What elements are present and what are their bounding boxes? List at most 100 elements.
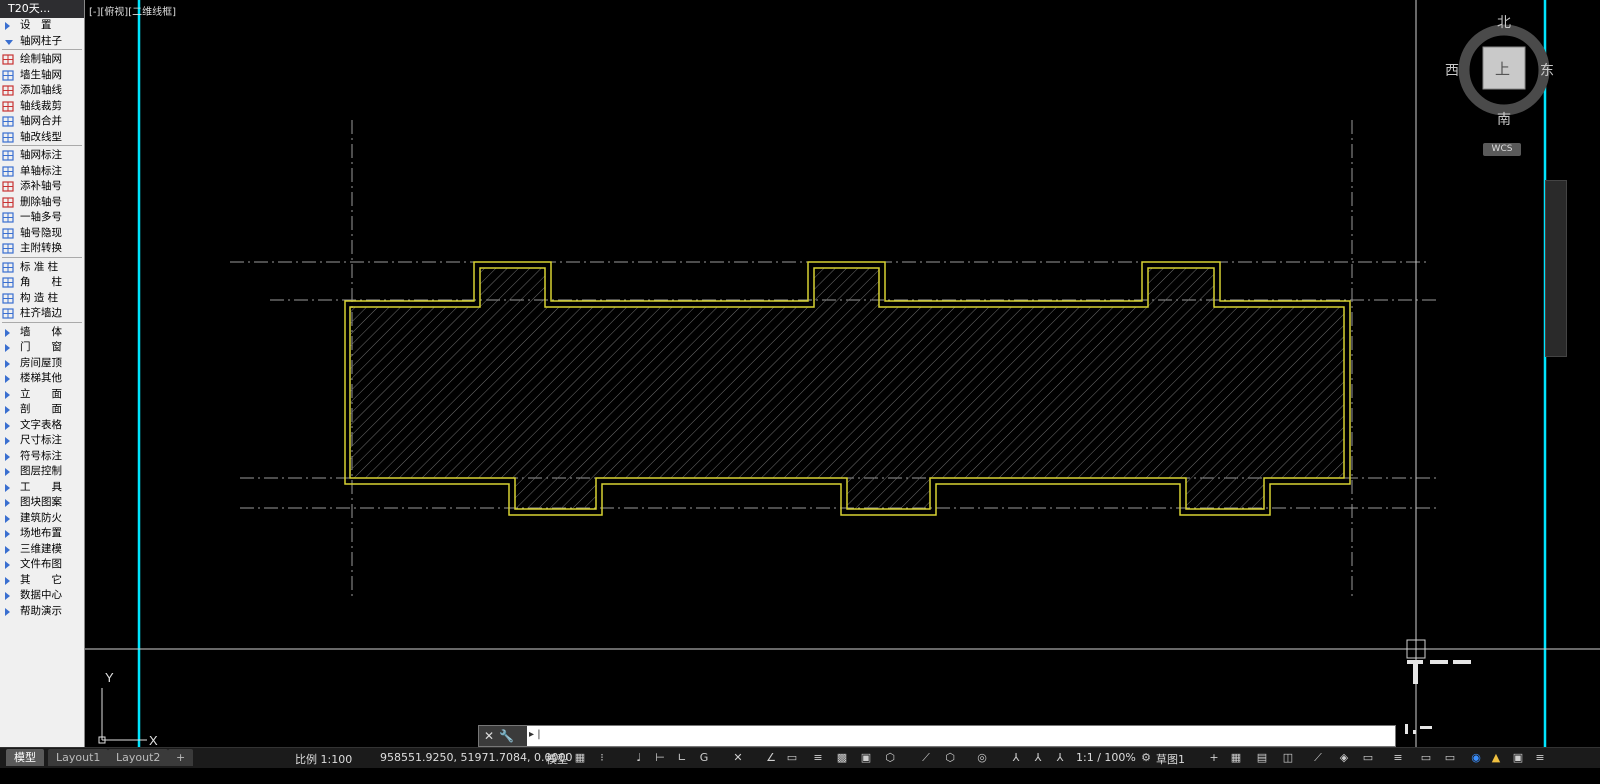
coordinates-toggle-icon[interactable]: ▭ (1420, 752, 1432, 764)
grid-icon[interactable]: ▦ (574, 752, 586, 764)
selection-filter-icon[interactable]: ⬡ (944, 752, 956, 764)
menu-item[interactable]: 符号标注 (0, 449, 84, 465)
menu-item[interactable]: 轴网标注 (0, 148, 84, 164)
menu-item[interactable]: 立 面 (0, 387, 84, 403)
annotation-visibility-icon[interactable]: ⅄ (1010, 752, 1022, 764)
menu-item[interactable]: 主附转换 (0, 241, 84, 257)
chevron-right-icon (5, 375, 10, 383)
selection-cycling-icon[interactable]: ▣ (860, 752, 872, 764)
menu-item[interactable]: 文字表格 (0, 418, 84, 434)
menu-item[interactable]: 门 窗 (0, 340, 84, 356)
layout-tab[interactable]: Layout2 (108, 749, 169, 766)
menu-item[interactable]: 构 造 柱 (0, 291, 84, 307)
menu-item[interactable]: 柱齐墙边 (0, 306, 84, 322)
menu-item[interactable]: 数据中心 (0, 588, 84, 604)
menu-item[interactable]: 图块图案 (0, 495, 84, 511)
osnap-tracking-icon[interactable]: ✕ (732, 752, 744, 764)
menu-item[interactable]: 绘制轴网 (0, 52, 84, 68)
auto-scale-icon[interactable]: ⅄ (1032, 752, 1044, 764)
menu-item[interactable]: 文件布图 (0, 557, 84, 573)
model-space-toggle[interactable]: 模型 (546, 751, 568, 767)
dynamic-ucs-icon[interactable]: ⟋ (920, 752, 932, 764)
lock-ui-icon[interactable]: ◫ (1282, 752, 1294, 764)
menu-item[interactable]: 标 准 柱 (0, 260, 84, 276)
3d-osnap-icon[interactable]: ⬡ (884, 752, 896, 764)
menu-item[interactable]: 轴线裁剪 (0, 99, 84, 115)
command-prompt-icon[interactable]: ▸ | (529, 729, 541, 740)
globe-icon[interactable]: ◉ (1470, 752, 1482, 764)
wrench-icon[interactable]: 🔧 (499, 726, 514, 746)
menu-item[interactable]: 设 置 (0, 18, 84, 34)
menu-item[interactable]: 其 它 (0, 573, 84, 589)
menu-item[interactable]: 尺寸标注 (0, 433, 84, 449)
menu-item[interactable]: 图层控制 (0, 464, 84, 480)
lineweight-icon[interactable]: ≡ (812, 752, 824, 764)
menu-item[interactable]: 添补轴号 (0, 179, 84, 195)
workspace-switch[interactable]: 草图1 (1156, 751, 1185, 767)
compass-west[interactable]: 西 (1445, 60, 1459, 80)
menu-item[interactable]: 删除轴号 (0, 195, 84, 211)
menu-item[interactable]: 三维建模 (0, 542, 84, 558)
menu-item[interactable]: 楼梯其他 (0, 371, 84, 387)
menu-item[interactable]: 工 具 (0, 480, 84, 496)
scale-indicator[interactable]: 比例 1:100 (295, 751, 352, 767)
menu-item[interactable]: 轴网柱子 (0, 34, 84, 50)
menu-item[interactable]: 一轴多号 (0, 210, 84, 226)
menu-item[interactable]: 墙生轴网 (0, 68, 84, 84)
menu-item[interactable]: 轴改线型 (0, 130, 84, 146)
dynamic-input-icon[interactable]: ▭ (786, 752, 798, 764)
compass-north[interactable]: 北 (1497, 12, 1511, 32)
transparency-icon[interactable]: ▩ (836, 752, 848, 764)
units-icon[interactable]: ▦ (1230, 752, 1242, 764)
drawing-canvas[interactable]: Y X (85, 0, 1600, 747)
annotation-scale-value[interactable]: 1:1 / 100% (1076, 751, 1136, 764)
clean-screen-icon[interactable]: ▭ (1362, 752, 1374, 764)
menu-item[interactable]: 角 柱 (0, 275, 84, 291)
close-icon[interactable]: ✕ (484, 726, 494, 746)
compass-east[interactable]: 东 (1540, 60, 1554, 80)
object-snap-icon[interactable]: ∠ (765, 752, 777, 764)
menu-item[interactable]: 房间屋顶 (0, 356, 84, 372)
compass-south[interactable]: 南 (1497, 109, 1511, 129)
quick-properties-icon[interactable]: ▤ (1256, 752, 1268, 764)
command-line[interactable]: ✕ 🔧 ▸ | (478, 725, 1396, 747)
annotation-scale-icon[interactable]: ⅄ (1054, 752, 1066, 764)
menu-icon[interactable]: ≡ (1534, 752, 1546, 764)
notification-icon[interactable]: ▲ (1490, 752, 1502, 764)
add-layout-button[interactable]: + (168, 749, 194, 766)
tool-icon (2, 131, 14, 143)
gear-icon[interactable]: ⚙ (1140, 752, 1152, 764)
menu-item[interactable]: 单轴标注 (0, 164, 84, 180)
gizmo-icon[interactable]: ◎ (976, 752, 988, 764)
viewcube[interactable]: 北 南 东 西 上 (1445, 12, 1558, 128)
viewcube-top-face[interactable]: 上 (1495, 58, 1510, 79)
menu-item[interactable]: 轴号隐现 (0, 226, 84, 242)
panel-title[interactable]: T20天... (0, 0, 84, 18)
menu-item[interactable]: 墙 体 (0, 325, 84, 341)
snap-mode-icon[interactable]: ⊢ (654, 752, 666, 764)
layout-tab[interactable]: Layout1 (48, 749, 109, 766)
layout-tab[interactable]: 模型 (6, 749, 44, 766)
menu-item[interactable]: 建筑防火 (0, 511, 84, 527)
menu-item[interactable]: 帮助演示 (0, 604, 84, 620)
ortho-icon[interactable]: ∟ (676, 752, 688, 764)
graphics-icon[interactable]: ▭ (1444, 752, 1456, 764)
viewport-controls-label[interactable]: [-][俯视][二维线框] (89, 3, 176, 18)
isolate-objects-icon[interactable]: ⟋ (1312, 752, 1324, 764)
customize-icon[interactable]: ≡ (1392, 752, 1404, 764)
menu-item[interactable]: 轴网合并 (0, 114, 84, 130)
menu-item[interactable]: 剖 面 (0, 402, 84, 418)
fullscreen-icon[interactable]: ▣ (1512, 752, 1524, 764)
navigation-bar[interactable] (1545, 180, 1567, 357)
wcs-menu[interactable]: WCS (1483, 143, 1521, 156)
polar-icon[interactable]: G (698, 752, 710, 764)
snap-icon[interactable]: ⁝ (596, 752, 608, 764)
menu-item-label: 门 窗 (20, 341, 62, 353)
coordinates-readout[interactable]: 958551.9250, 51971.7084, 0.0000 (380, 751, 572, 764)
hardware-acceleration-icon[interactable]: ◈ (1338, 752, 1350, 764)
annotation-monitor-icon[interactable]: + (1208, 752, 1220, 764)
menu-item[interactable]: 添加轴线 (0, 83, 84, 99)
tool-icon (2, 243, 14, 254)
infer-icon[interactable]: ♩ (633, 752, 645, 764)
menu-item[interactable]: 场地布置 (0, 526, 84, 542)
